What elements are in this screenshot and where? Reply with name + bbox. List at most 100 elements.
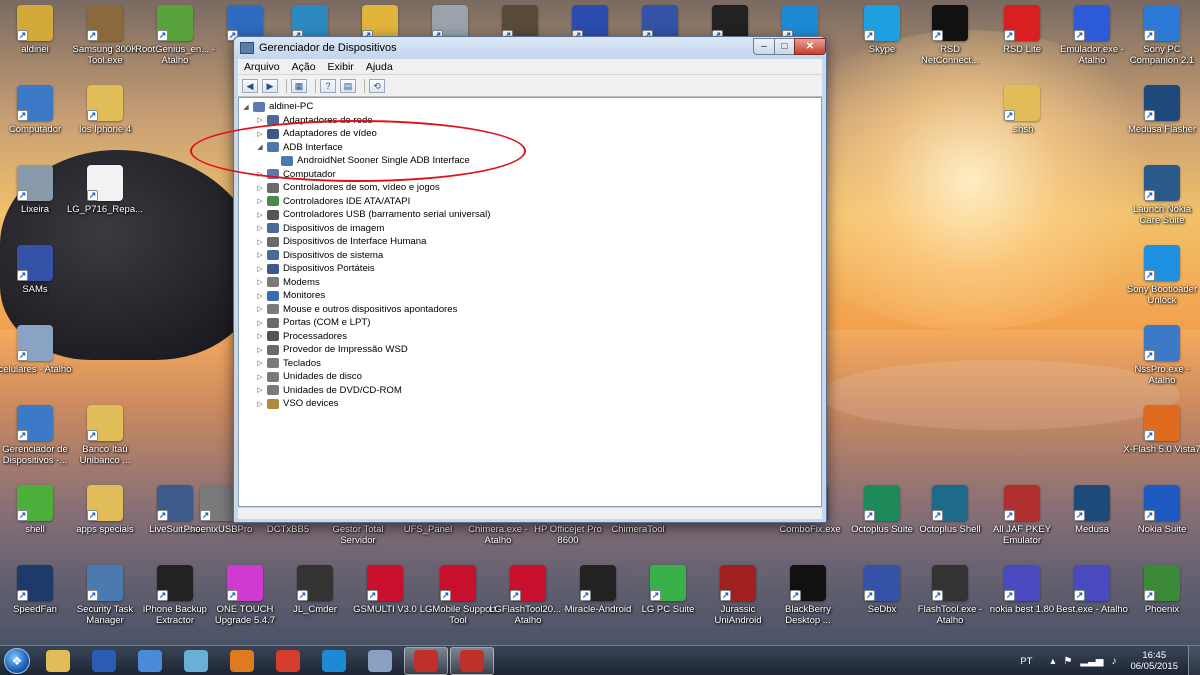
desktop-icon[interactable]: ↗ NssPro.exe - Atalho [1122,325,1200,386]
tree-node[interactable]: ▷ Computador [241,168,811,182]
desktop-icon[interactable]: ↗ SAMs [0,245,75,295]
expand-toggle-icon[interactable]: ▷ [255,170,265,178]
expand-toggle-icon[interactable]: ▷ [255,116,265,124]
tree-node[interactable]: ▷ Teclados [241,357,811,371]
expand-toggle-icon[interactable]: ▷ [255,319,265,327]
taskbar-button[interactable] [220,647,264,675]
expand-toggle-icon[interactable]: ▷ [255,386,265,394]
back-arrow-icon[interactable]: ◀ [242,78,258,93]
view-panel-icon[interactable]: ▤ [340,78,356,93]
device-tree-panel[interactable]: ◢ aldinei-PC ▷ Adaptadores de rede ▷ Adaptado… [238,97,822,507]
desktop-icon[interactable]: ↗ Nokia Suite [1122,485,1200,535]
tree-node[interactable]: ▷ VSO devices [241,397,811,411]
desktop-icon[interactable]: ↗ Ios Iphone 4 [65,85,145,135]
desktop-icon[interactable]: ↗ RootGenius_en... - Atalho [135,5,215,66]
show-desktop-button[interactable] [1188,646,1200,675]
desktop-icon[interactable]: ↗ Medusa Flasher [1122,85,1200,135]
desktop-icon[interactable]: ↗ .shsh [982,85,1062,135]
expand-toggle-icon[interactable]: ▷ [255,373,265,381]
desktop-icon[interactable]: ↗ LG PC Suite [628,565,708,615]
menu-ajuda[interactable]: Ajuda [360,61,399,73]
desktop-icon[interactable]: ↗ Jurassic UniAndroid [698,565,778,626]
desktop-icon[interactable]: ↗ Banco Itaú Unibanco ... [65,405,145,466]
desktop-icon[interactable]: ↗ Computador [0,85,75,135]
tree-node[interactable]: ▷ Dispositivos de Interface Humana [241,235,811,249]
desktop-icon[interactable]: ↗ Emulador.exe - Atalho [1052,5,1132,66]
volume-icon[interactable]: ♪ [1111,656,1116,667]
desktop-icon[interactable]: ↗ LGFlashTool20... - Atalho [488,565,568,626]
help-icon[interactable]: ? [320,78,336,93]
desktop-icon[interactable]: ↗ GSMULTI V3.0 [345,565,425,615]
desktop-icon[interactable]: ↗ FlashTool.exe - Atalho [910,565,990,626]
expand-toggle-icon[interactable]: ▷ [255,305,265,313]
desktop-icon[interactable]: ↗ SpeedFan [0,565,75,615]
desktop-icon[interactable]: ↗ Miracle-Android [558,565,638,615]
desktop-icon[interactable]: ↗ Phoenix [1122,565,1200,615]
desktop-icon[interactable]: ↗ shell [0,485,75,535]
desktop-icon[interactable]: ↗ Launch Nokia Care Suite [1122,165,1200,226]
expand-toggle-icon[interactable]: ▷ [255,265,265,273]
taskbar-button[interactable] [358,647,402,675]
tree-node[interactable]: ▷ Processadores [241,330,811,344]
desktop-icon[interactable]: ↗ Medusa [1052,485,1132,535]
desktop-icon[interactable]: ↗ nokia best 1.80 [982,565,1062,615]
expand-toggle-icon[interactable]: ▷ [255,346,265,354]
expand-toggle-icon[interactable]: ▷ [255,130,265,138]
desktop-icon[interactable]: ↗ celulares - Atalho [0,325,75,375]
language-indicator[interactable]: PT [1020,656,1032,667]
tree-node[interactable]: ▷ Controladores de som, vídeo e jogos [241,181,811,195]
expand-toggle-icon[interactable]: ▷ [255,251,265,259]
tree-node[interactable]: ▷ Adaptadores de vídeo [241,127,811,141]
title-bar[interactable]: Gerenciador de Dispositivos [234,37,826,59]
expand-toggle-icon[interactable]: ▷ [255,292,265,300]
taskbar-button[interactable] [312,647,356,675]
tree-node[interactable]: ▷ Controladores USB (barramento serial un… [241,208,811,222]
maximize-button[interactable]: □ [774,38,795,55]
desktop-icon[interactable]: ↗ iPhone Backup Extractor [135,565,215,626]
desktop-icon[interactable]: ↗ Samsung 300K Tool.exe [65,5,145,66]
expand-toggle-icon[interactable]: ◢ [255,143,265,151]
desktop-icon[interactable]: ↗ RSD NetConnect... [910,5,990,66]
desktop-icon[interactable]: ↗ Best.exe - Atalho [1052,565,1132,615]
expand-toggle-icon[interactable]: ▷ [255,332,265,340]
tree-node[interactable]: AndroidNet Sooner Single ADB Interface [241,154,811,168]
desktop-icon[interactable]: ↗ apps speciais [65,485,145,535]
tree-node[interactable]: ▷ Dispositivos Portáteis [241,262,811,276]
desktop-icon[interactable]: ↗ RSD Lite [982,5,1062,55]
desktop-icon[interactable]: ↗ JL_Cmder [275,565,355,615]
tree-node[interactable]: ◢ aldinei-PC [241,100,811,114]
expand-toggle-icon[interactable]: ▷ [255,400,265,408]
desktop-icon[interactable]: ↗ ONE TOUCH Upgrade 5.4.7 [205,565,285,626]
tree-node[interactable]: ▷ Dispositivos de sistema [241,249,811,263]
taskbar-button[interactable] [404,646,448,675]
desktop-icon[interactable]: ↗ LG_P716_Repa... [65,165,145,215]
desktop-icon[interactable]: ↗ aldinei [0,5,75,55]
scan-hardware-icon[interactable]: ⟲ [369,78,385,93]
tree-node[interactable]: ▷ Portas (COM e LPT) [241,316,811,330]
menu-exibir[interactable]: Exibir [322,61,360,73]
expand-toggle-icon[interactable]: ▷ [255,197,265,205]
desktop-icon[interactable]: ↗ X-Flash 5.0 Vista7 [1122,405,1200,455]
tray-arrow-icon[interactable]: ▴ [1050,656,1055,667]
desktop-icon[interactable]: ↗ Sony PC Companion 2.1 [1122,5,1200,66]
tree-node[interactable]: ▷ Provedor de Impressão WSD [241,343,811,357]
expand-toggle-icon[interactable]: ◢ [241,103,251,111]
expand-toggle-icon[interactable]: ▷ [255,238,265,246]
tree-node[interactable]: ◢ ADB Interface [241,141,811,155]
expand-toggle-icon[interactable]: ▷ [255,359,265,367]
forward-arrow-icon[interactable]: ▶ [262,78,278,93]
menu-arquivo[interactable]: Arquivo [238,61,286,73]
desktop-icon[interactable]: ↗ Sony Bootloader Unlock [1122,245,1200,306]
action-center-flag-icon[interactable]: ⚑ [1063,656,1072,667]
desktop-icon[interactable]: ↗ Gerenciador de Dispositivos -... [0,405,75,466]
expand-toggle-icon[interactable]: ▷ [255,224,265,232]
tree-node[interactable]: ▷ Adaptadores de rede [241,114,811,128]
tree-node[interactable]: ▷ Mouse e outros dispositivos apontadores [241,303,811,317]
taskbar-button[interactable] [266,647,310,675]
expand-toggle-icon[interactable]: ▷ [255,184,265,192]
taskbar-button[interactable] [450,646,494,675]
minimize-button[interactable]: – [753,38,775,55]
taskbar-button[interactable] [36,647,80,675]
taskbar-button[interactable] [128,647,172,675]
close-button[interactable]: ✕ [794,38,826,55]
